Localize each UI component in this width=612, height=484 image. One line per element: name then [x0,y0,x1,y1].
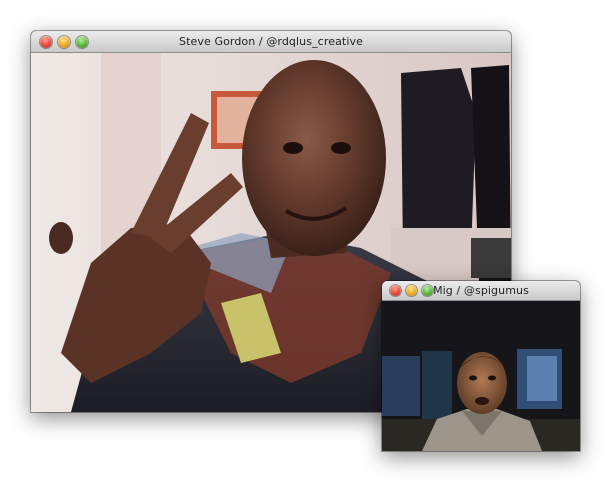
zoom-button[interactable] [422,285,433,296]
zoom-button[interactable] [76,35,88,48]
close-button[interactable] [40,35,52,48]
minimize-button[interactable] [58,35,70,48]
mini-window-controls [382,285,433,296]
mini-titlebar[interactable]: Mig / @spigumus [382,281,580,301]
main-window-controls [31,35,88,48]
main-window-title: Steve Gordon / @rdqlus_creative [179,35,363,48]
self-view-window: Mig / @spigumus [382,281,580,451]
mini-video-feed [382,301,580,451]
minimize-button[interactable] [406,285,417,296]
mini-video-image [382,301,580,451]
main-titlebar[interactable]: Steve Gordon / @rdqlus_creative [31,31,511,53]
close-button[interactable] [390,285,401,296]
